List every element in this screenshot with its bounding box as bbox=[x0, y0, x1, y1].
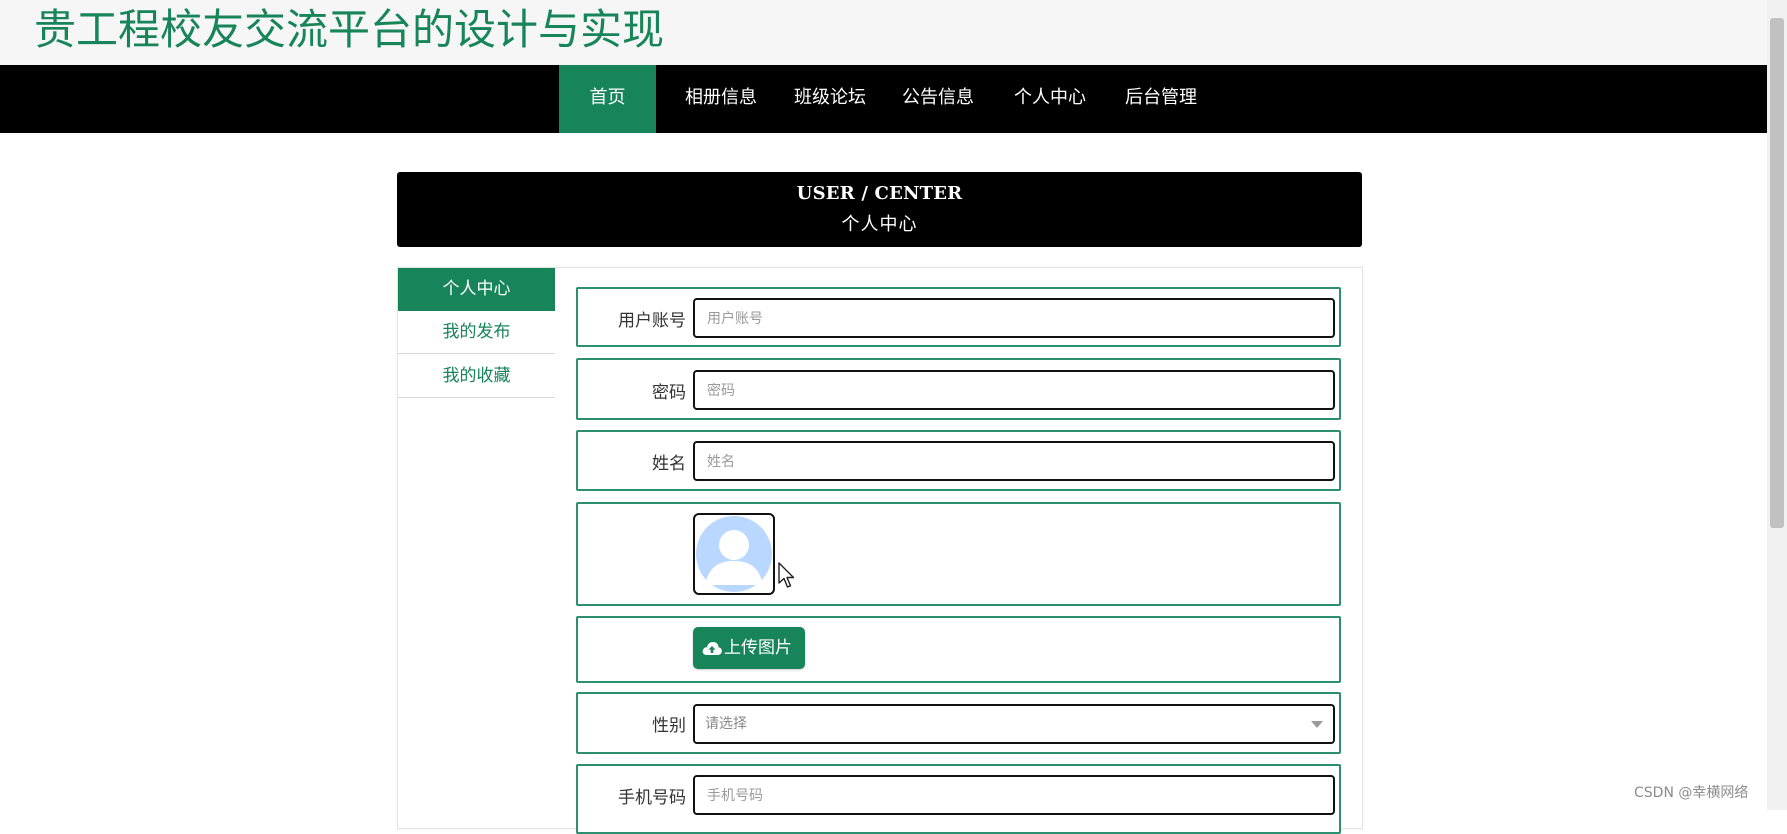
name-field bbox=[693, 441, 1335, 481]
sidebar-item-my-posts[interactable]: 我的发布 bbox=[398, 311, 555, 354]
avatar-preview[interactable] bbox=[693, 513, 775, 595]
user-center-panel: 个人中心 我的发布 我的收藏 用户账号 密码 姓名 bbox=[397, 267, 1363, 834]
chevron-down-icon bbox=[1311, 721, 1323, 728]
site-header: 贵工程校友交流平台的设计与实现 bbox=[0, 0, 1767, 65]
nav-item-admin[interactable]: 后台管理 bbox=[1110, 65, 1212, 133]
account-label: 用户账号 bbox=[618, 311, 686, 331]
gender-label: 性别 bbox=[652, 716, 686, 736]
form-row-name: 姓名 bbox=[576, 430, 1341, 491]
nav-item-home[interactable]: 首页 bbox=[559, 65, 656, 133]
name-label: 姓名 bbox=[652, 454, 686, 474]
form-row-gender: 性别 请选择 bbox=[576, 692, 1341, 754]
gender-select-placeholder: 请选择 bbox=[705, 716, 747, 732]
default-user-avatar-icon bbox=[696, 516, 772, 592]
name-input[interactable] bbox=[705, 443, 1319, 481]
password-field bbox=[693, 370, 1335, 410]
page-banner: USER / CENTER 个人中心 bbox=[397, 172, 1362, 247]
gender-select[interactable]: 请选择 bbox=[693, 704, 1335, 744]
site-title: 贵工程校友交流平台的设计与实现 bbox=[34, 5, 665, 54]
watermark: CSDN @幸横网络 bbox=[1634, 785, 1749, 801]
sidebar-item-user-center[interactable]: 个人中心 bbox=[398, 268, 555, 311]
phone-label: 手机号码 bbox=[618, 788, 686, 808]
nav-item-class-forum[interactable]: 班级论坛 bbox=[779, 65, 881, 133]
account-input[interactable] bbox=[705, 300, 1319, 338]
upload-image-label: 上传图片 bbox=[724, 638, 792, 658]
page-scrollbar-thumb[interactable] bbox=[1770, 18, 1784, 528]
upload-image-button[interactable]: 上传图片 bbox=[693, 627, 805, 669]
sidebar-item-my-favorites[interactable]: 我的收藏 bbox=[398, 355, 555, 398]
form-row-account: 用户账号 bbox=[576, 287, 1341, 347]
mouse-pointer-icon bbox=[778, 562, 795, 588]
cloud-upload-icon bbox=[702, 642, 722, 655]
banner-title-cn: 个人中心 bbox=[841, 214, 918, 235]
main-nav: 首页 相册信息 班级论坛 公告信息 个人中心 后台管理 bbox=[0, 65, 1767, 133]
phone-field bbox=[693, 775, 1335, 815]
form-row-password: 密码 bbox=[576, 358, 1341, 420]
password-label: 密码 bbox=[652, 383, 686, 403]
account-field bbox=[693, 298, 1335, 338]
form-row-avatar bbox=[576, 502, 1341, 606]
password-input[interactable] bbox=[705, 372, 1319, 410]
form-row-phone: 手机号码 bbox=[576, 764, 1341, 834]
form-row-upload: 上传图片 bbox=[576, 616, 1341, 683]
banner-title-en: USER / CENTER bbox=[796, 183, 963, 204]
phone-input[interactable] bbox=[705, 777, 1319, 815]
nav-item-user-center[interactable]: 个人中心 bbox=[999, 65, 1101, 133]
nav-item-albums[interactable]: 相册信息 bbox=[670, 65, 772, 133]
nav-item-announcements[interactable]: 公告信息 bbox=[887, 65, 989, 133]
